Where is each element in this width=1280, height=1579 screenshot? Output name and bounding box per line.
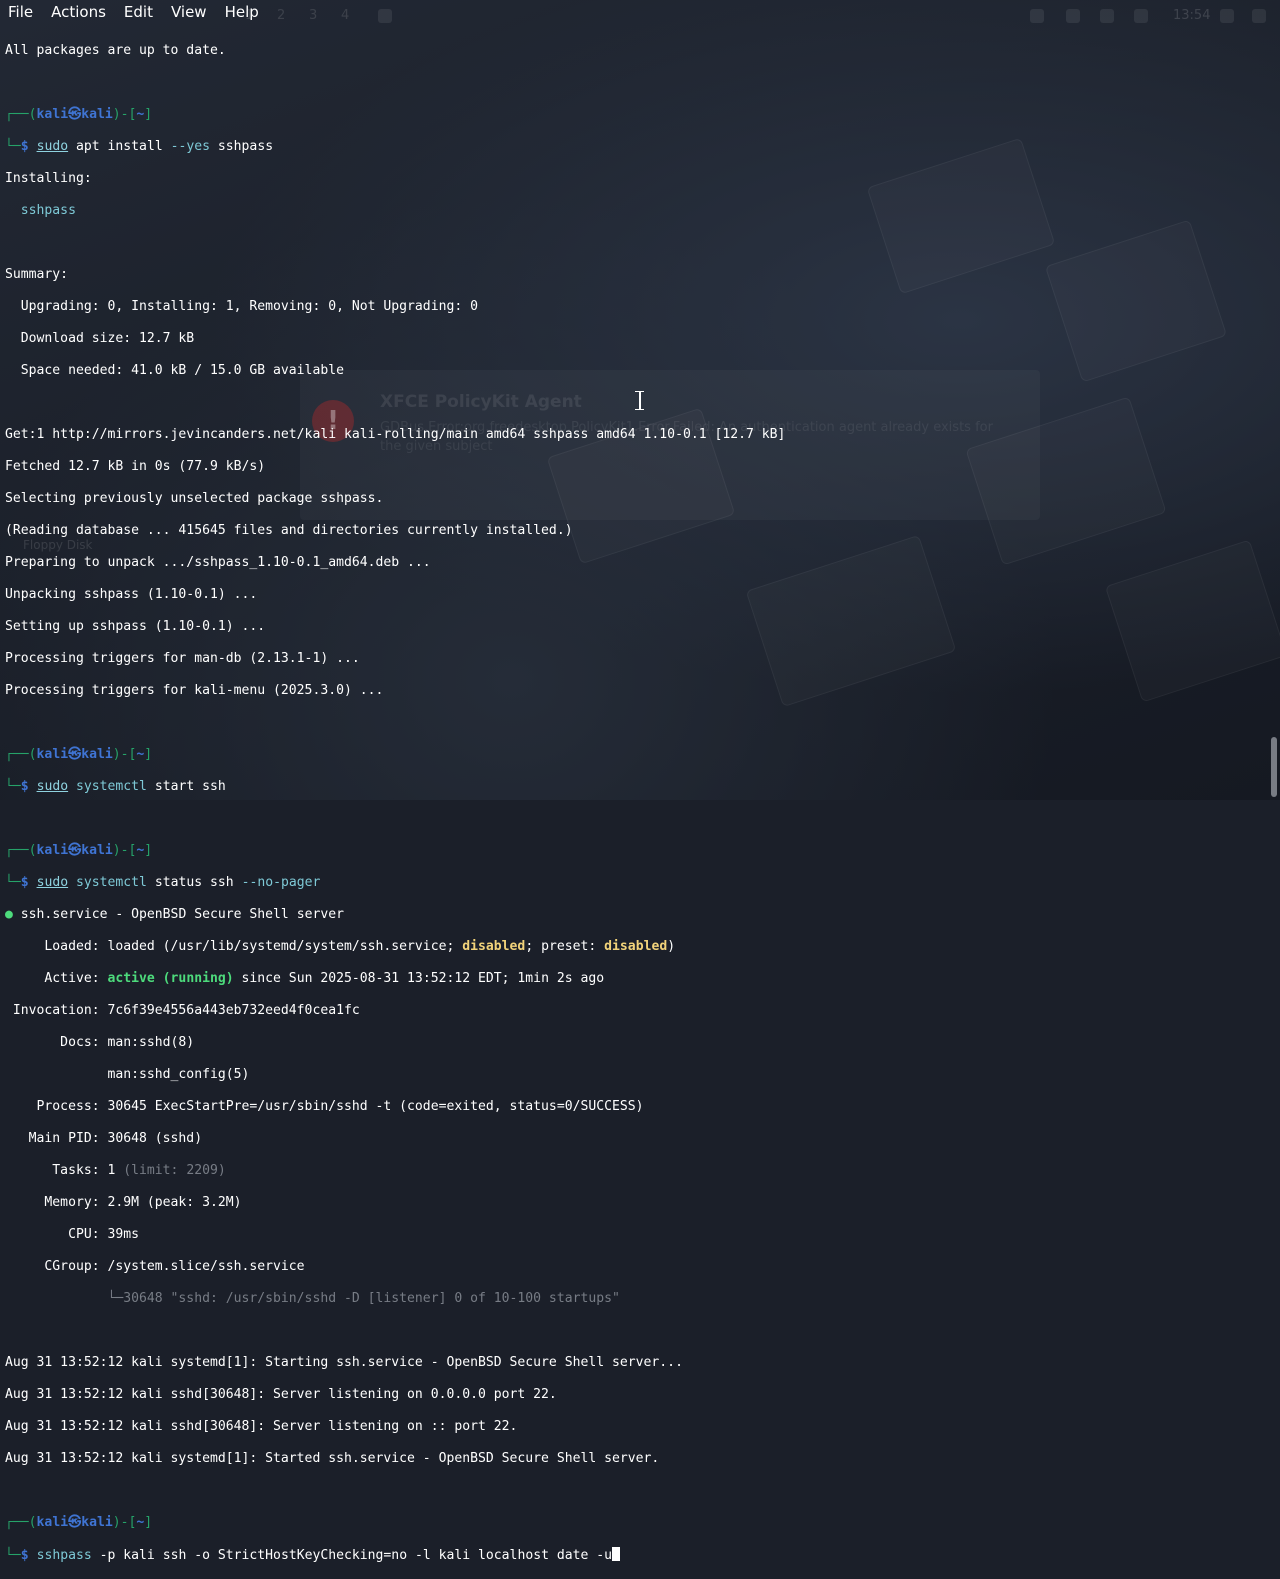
output-line: ● ssh.service - OpenBSD Secure Shell ser…: [5, 907, 344, 922]
journal-line: Aug 31 13:52:12 kali systemd[1]: Startin…: [5, 1355, 683, 1370]
terminal-icon[interactable]: [378, 9, 392, 23]
output-line: Processing triggers for man-db (2.13.1-1…: [5, 651, 360, 666]
menu-file[interactable]: File: [0, 0, 42, 22]
journal-line: Aug 31 13:52:12 kali sshd[30648]: Server…: [5, 1419, 518, 1434]
command-line: └─$ sudo systemctl start ssh: [5, 779, 226, 794]
display-icon[interactable]: [1030, 9, 1044, 23]
output-line: Setting up sshpass (1.10-0.1) ...: [5, 619, 266, 634]
output-line: Preparing to unpack .../sshpass_1.10-0.1…: [5, 555, 431, 570]
power-icon[interactable]: [1134, 9, 1148, 23]
workspace-3[interactable]: 3: [309, 8, 317, 23]
volume-icon[interactable]: [1066, 9, 1080, 23]
workspace-2[interactable]: 2: [277, 8, 285, 23]
output-line: Download size: 12.7 kB: [5, 331, 195, 346]
output-line: Summary:: [5, 267, 69, 282]
terminal-output[interactable]: All packages are up to date. ┌──(kali㉿ka…: [5, 27, 1265, 1579]
output-line: (Reading database ... 415645 files and d…: [5, 523, 573, 538]
output-line: Upgrading: 0, Installing: 1, Removing: 0…: [5, 299, 478, 314]
output-line: Active: active (running) since Sun 2025-…: [5, 971, 605, 986]
journal-line: Aug 31 13:52:12 kali sshd[30648]: Server…: [5, 1387, 557, 1402]
prompt-line: ┌──(kali㉿kali)-[~]: [5, 1515, 153, 1530]
menu-actions[interactable]: Actions: [42, 0, 115, 22]
output-line: Main PID: 30648 (sshd): [5, 1131, 203, 1146]
output-line: man:sshd_config(5): [5, 1067, 250, 1082]
command-line: └─$ sudo systemctl status ssh --no-pager: [5, 875, 321, 890]
panel-clock[interactable]: 13:54: [1173, 8, 1210, 23]
output-line: Invocation: 7c6f39e4556a443eb732eed4f0ce…: [5, 1003, 360, 1018]
lock-icon[interactable]: [1220, 9, 1234, 23]
journal-line: Aug 31 13:52:12 kali systemd[1]: Started…: [5, 1451, 660, 1466]
output-line: Memory: 2.9M (peak: 3.2M): [5, 1195, 242, 1210]
output-line: Process: 30645 ExecStartPre=/usr/sbin/ss…: [5, 1099, 644, 1114]
text-cursor: [612, 1547, 621, 1561]
workspace-4[interactable]: 4: [341, 8, 349, 23]
command-line: └─$ sudo apt install --yes sshpass: [5, 139, 274, 154]
menu-help[interactable]: Help: [216, 0, 268, 22]
output-line: Tasks: 1 (limit: 2209): [5, 1163, 226, 1178]
terminal-menubar: File Actions Edit View Help: [0, 0, 268, 22]
prompt-line: ┌──(kali㉿kali)-[~]: [5, 747, 153, 762]
output-line: Selecting previously unselected package …: [5, 491, 384, 506]
output-line: CPU: 39ms: [5, 1227, 140, 1242]
notification-bell-icon[interactable]: [1100, 9, 1114, 23]
output-line: Unpacking sshpass (1.10-0.1) ...: [5, 587, 258, 602]
command-line[interactable]: └─$ sshpass -p kali ssh -o StrictHostKey…: [5, 1547, 1265, 1563]
output-line: Processing triggers for kali-menu (2025.…: [5, 683, 384, 698]
output-line: sshpass: [5, 203, 76, 218]
output-line: └─30648 "sshd: /usr/sbin/sshd -D [listen…: [5, 1291, 620, 1306]
output-line: Docs: man:sshd(8): [5, 1035, 195, 1050]
status-dot-icon: ●: [5, 907, 13, 922]
output-line: Get:1 http://mirrors.jevincanders.net/ka…: [5, 427, 786, 442]
output-line: Installing:: [5, 171, 92, 186]
logout-icon[interactable]: [1252, 9, 1266, 23]
output-line: Loaded: loaded (/usr/lib/systemd/system/…: [5, 939, 676, 954]
ibeam-cursor-icon: [634, 391, 645, 410]
prompt-line: ┌──(kali㉿kali)-[~]: [5, 107, 153, 122]
menu-view[interactable]: View: [162, 0, 216, 22]
output-line: CGroup: /system.slice/ssh.service: [5, 1259, 305, 1274]
menu-edit[interactable]: Edit: [115, 0, 162, 22]
output-line: Fetched 12.7 kB in 0s (77.9 kB/s): [5, 459, 266, 474]
terminal-scrollbar[interactable]: [1271, 737, 1277, 797]
output-line: Space needed: 41.0 kB / 15.0 GB availabl…: [5, 363, 344, 378]
output-line: All packages are up to date.: [5, 43, 226, 58]
prompt-line: ┌──(kali㉿kali)-[~]: [5, 843, 153, 858]
